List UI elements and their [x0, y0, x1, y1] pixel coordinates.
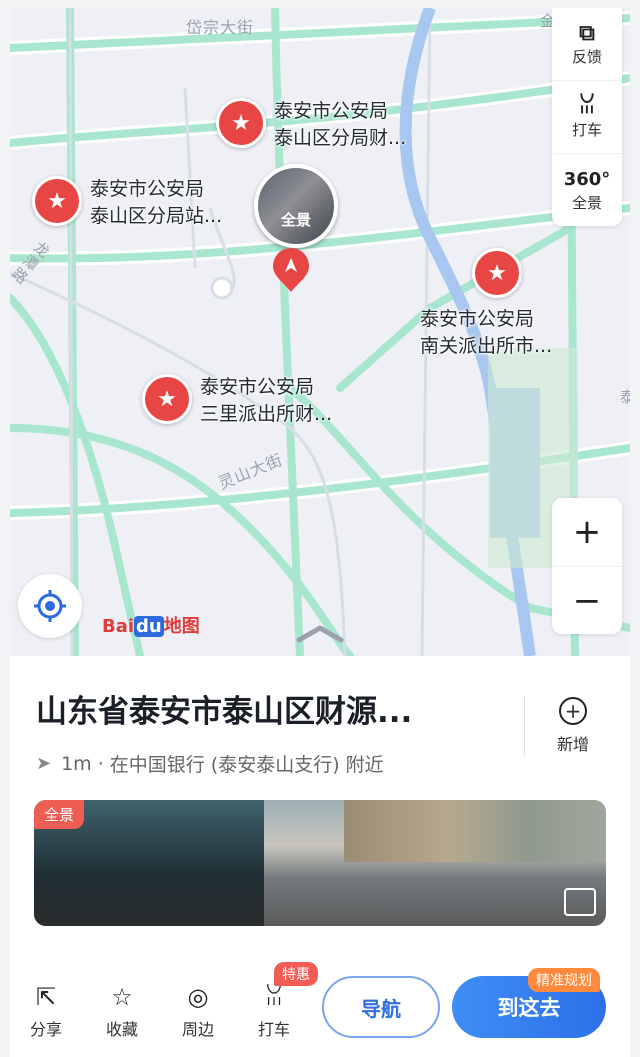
poi-marker[interactable]: ★ — [472, 248, 522, 298]
street-label-edge-right: 泰 — [620, 388, 630, 406]
panorama-button[interactable]: 360° 全景 — [552, 154, 622, 226]
gallery-icon[interactable] — [564, 888, 596, 916]
police-star-icon: ★ — [32, 176, 82, 226]
poi-label: 泰安市公安局 南关派出所市... — [420, 306, 552, 360]
poi-marker[interactable]: ★ 泰安市公安局 三里派出所财... — [142, 374, 332, 428]
plus-circle-icon: + — [559, 697, 587, 725]
street-label-daizong: 岱宗大街 — [186, 18, 255, 37]
taxi-bottom-button[interactable]: ꈍ 打车 — [244, 982, 304, 1040]
map-view[interactable]: 岱宗大街 龙潭路 灵山大街 金 泰 ★ 泰安市公安局 泰山区分局财... ★ 泰… — [10, 8, 630, 656]
panorama-tag: 全景 — [34, 800, 85, 829]
favorite-button[interactable]: ☆ 收藏 — [92, 982, 152, 1040]
poi-line1: 泰安市公安局 — [200, 376, 315, 398]
poi-line1: 泰安市公安局 — [90, 178, 205, 200]
taxi-button[interactable]: ꈍ 打车 — [552, 81, 622, 154]
panorama-label: 全景 — [571, 193, 602, 212]
place-title[interactable]: 山东省泰安市泰山区财源... — [36, 686, 412, 731]
poi-label: 泰安市公安局 泰山区分局站... — [90, 176, 222, 230]
chevron-up-icon[interactable] — [295, 624, 345, 644]
poi-line1: 泰安市公安局 — [420, 308, 535, 330]
police-star-icon: ★ — [142, 374, 192, 424]
navigation-arrow-icon: ➤ — [36, 753, 52, 774]
share-label: 分享 — [29, 1020, 62, 1039]
separator-dot: · — [97, 752, 104, 775]
location-pin-icon — [273, 248, 309, 292]
logo-bai: Bai — [102, 616, 135, 637]
panorama-photo[interactable]: 全景 — [34, 800, 606, 926]
poi-line2: 三里派出所财... — [200, 403, 333, 425]
poi-line2: 南关派出所市... — [420, 335, 553, 357]
discount-badge: 特惠 — [274, 962, 318, 986]
star-icon: ☆ — [111, 983, 133, 1011]
place-detail-sheet: 山东省泰安市泰山区财源... + 新增 ➤ 1m · 在中国银行 (泰安泰山支行… — [10, 656, 630, 954]
taxi-label: 打车 — [571, 120, 602, 139]
zoom-control: + − — [552, 498, 622, 634]
feedback-icon: ⧉ — [579, 20, 595, 46]
taxi-bottom-label: 打车 — [257, 1020, 290, 1039]
nearby-label: 周边 — [181, 1020, 214, 1039]
baidu-map-logo: Bai du 地图 — [102, 612, 200, 638]
panorama-360-icon: 360° — [563, 168, 611, 190]
police-star-icon: ★ — [216, 98, 266, 148]
photo-buildings — [344, 800, 606, 862]
share-icon: ⇱ — [35, 983, 57, 1011]
taxi-icon: ꈍ — [578, 93, 596, 119]
locate-button[interactable] — [18, 574, 82, 638]
zoom-in-button[interactable]: + — [552, 498, 622, 567]
favorite-label: 收藏 — [105, 1020, 138, 1039]
location-subline: ➤ 1m · 在中国银行 (泰安泰山支行) 附近 — [36, 750, 384, 777]
zoom-out-button[interactable]: − — [552, 567, 622, 635]
compass-icon: ◎ — [187, 983, 209, 1011]
add-label: 新增 — [556, 735, 589, 754]
panorama-bubble-label: 全景 — [280, 211, 311, 229]
distance-text: 1m — [61, 752, 92, 775]
map-tool-panel: ⧉ 反馈 ꈍ 打车 360° 全景 — [552, 8, 622, 226]
poi-label: 泰安市公安局 三里派出所财... — [200, 374, 332, 428]
poi-line2: 泰山区分局财... — [274, 127, 407, 149]
share-button[interactable]: ⇱ 分享 — [16, 982, 76, 1040]
poi-label: 泰安市公安局 泰山区分局财... — [274, 98, 406, 152]
add-button[interactable]: + 新增 — [524, 696, 621, 756]
feedback-label: 反馈 — [571, 47, 602, 66]
navigate-button[interactable]: 导航 — [322, 976, 440, 1038]
logo-text: 地图 — [163, 616, 200, 637]
police-star-icon: ★ — [472, 248, 522, 298]
taxi-icon: ꈍ — [264, 983, 284, 1011]
feedback-button[interactable]: ⧉ 反馈 — [552, 8, 622, 81]
precise-plan-badge: 精准规划 — [528, 968, 600, 992]
poi-marker[interactable]: ★ 泰安市公安局 泰山区分局站... — [32, 176, 222, 230]
poi-marker[interactable]: ★ 泰安市公安局 泰山区分局财... — [216, 98, 406, 152]
panorama-bubble[interactable]: 全景 — [254, 164, 338, 248]
crosshair-icon — [34, 590, 66, 622]
poi-line2: 泰山区分局站... — [90, 205, 223, 227]
logo-du: du — [134, 616, 164, 637]
nearby-text: 在中国银行 (泰安泰山支行) 附近 — [109, 754, 384, 776]
nearby-button[interactable]: ◎ 周边 — [168, 982, 228, 1040]
bottom-action-bar: ⇱ 分享 ☆ 收藏 ◎ 周边 ꈍ 打车 特惠 导航 到这去 精准规划 — [10, 954, 630, 1057]
poi-line1: 泰安市公安局 — [274, 100, 389, 122]
